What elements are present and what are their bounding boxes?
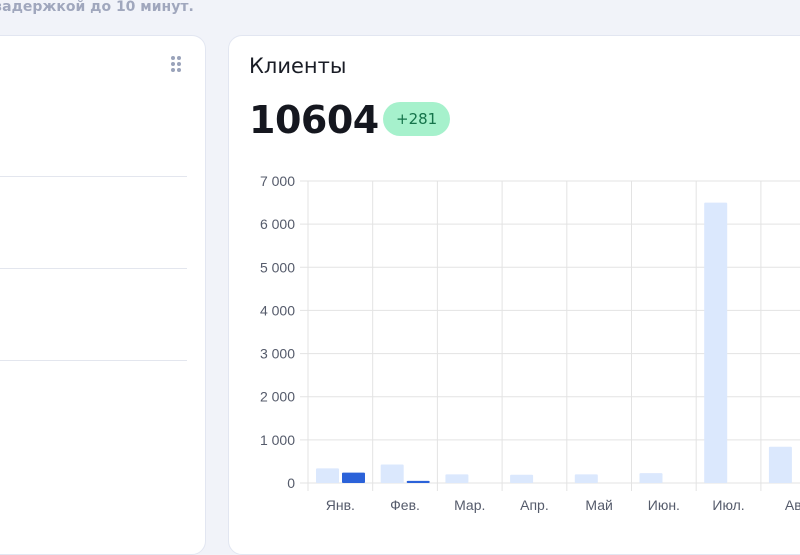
y-tick-label: 5 000: [260, 259, 295, 275]
clients-card: Клиенты 10604 +281 01 000 2 000 3 000 4 000…: [228, 35, 800, 555]
delay-notice: задержкой до 10 минут.: [0, 0, 194, 15]
divider: [0, 268, 187, 269]
divider: [0, 176, 187, 177]
y-tick-label: 3 000: [260, 346, 295, 362]
bar-light: [445, 474, 469, 483]
bar-dark: [406, 480, 430, 483]
bar-light: [639, 473, 663, 483]
x-tick-label: Июн.: [648, 497, 680, 513]
x-tick-label: Июл.: [712, 497, 744, 513]
bar-light: [510, 474, 534, 483]
bar-dark: [342, 472, 365, 483]
y-tick-label: 2 000: [260, 389, 295, 405]
bar-light: [704, 202, 728, 484]
x-tick-label: Фев.: [390, 497, 420, 513]
bar-light: [316, 468, 339, 483]
y-tick-label: 0: [287, 475, 295, 491]
x-tick-label: Май: [585, 497, 612, 513]
x-tick-label: Мар.: [454, 497, 485, 513]
left-card: [0, 35, 206, 555]
drag-handle-icon[interactable]: [171, 56, 181, 72]
y-tick-label: 1 000: [260, 432, 295, 448]
y-tick-label: 6 000: [260, 216, 295, 232]
y-tick-label: 4 000: [260, 302, 295, 318]
clients-bar-chart: 0 1 000 2 000 3 000 4 000 5 000 6 000 7 000 Янв.…: [260, 173, 800, 513]
bar-light: [574, 474, 598, 483]
bar-light: [380, 464, 404, 483]
x-tick-label: Апр.: [520, 497, 549, 513]
x-tick-label: Ав: [785, 497, 800, 513]
y-tick-label: 7 000: [260, 173, 295, 189]
divider: [0, 360, 187, 361]
x-tick-label: Янв.: [326, 497, 355, 513]
bar-light: [768, 446, 792, 483]
